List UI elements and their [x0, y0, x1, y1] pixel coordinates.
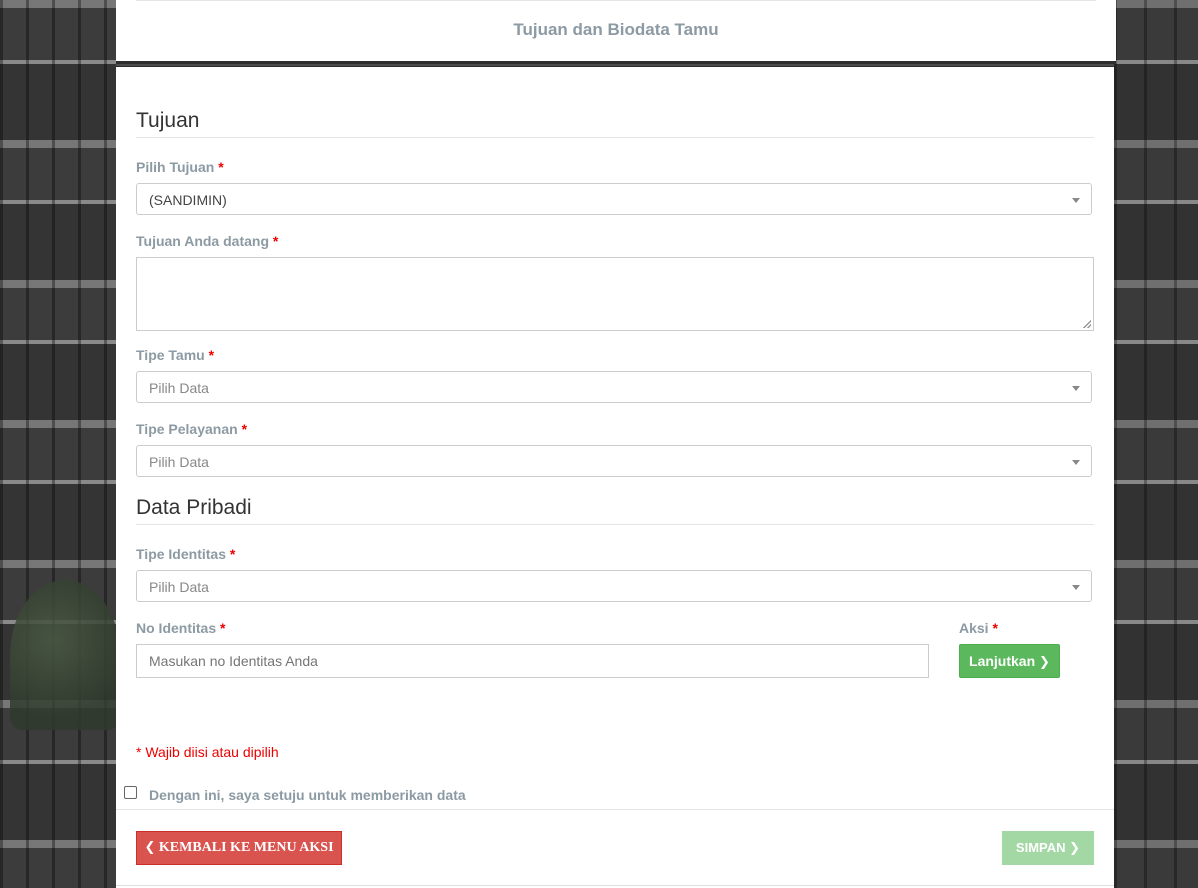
agreement-checkbox[interactable]: [124, 786, 137, 799]
tipe-identitas-label: Tipe Identitas *: [136, 546, 235, 562]
background-building-right: [1114, 0, 1198, 888]
required-mark: *: [218, 159, 224, 175]
tipe-tamu-label: Tipe Tamu *: [136, 347, 214, 363]
caret-down-icon: [1072, 386, 1080, 391]
pilih-tujuan-label: Pilih Tujuan *: [136, 159, 224, 175]
simpan-button-label: SIMPAN: [1015, 840, 1066, 855]
resize-grip-icon[interactable]: [1083, 320, 1091, 328]
pilih-tujuan-select[interactable]: (SANDIMIN): [136, 183, 1092, 215]
divider: [136, 0, 1096, 1]
pilih-tujuan-label-text: Pilih Tujuan: [136, 159, 215, 175]
form-card: Tujuan Pilih Tujuan * (SANDIMIN) Tujuan …: [116, 67, 1114, 888]
required-mark: *: [272, 233, 279, 249]
tujuan-datang-textarea[interactable]: [136, 257, 1094, 331]
tipe-tamu-select[interactable]: Pilih Data: [136, 371, 1092, 403]
no-identitas-input[interactable]: [136, 644, 929, 678]
tipe-pelayanan-select[interactable]: Pilih Data: [136, 445, 1092, 477]
tujuan-datang-label-text: Tujuan Anda datang: [136, 233, 269, 249]
tipe-tamu-value: Pilih Data: [149, 380, 209, 396]
tipe-pelayanan-label: Tipe Pelayanan *: [136, 421, 247, 437]
tipe-pelayanan-label-text: Tipe Pelayanan: [136, 421, 238, 437]
section-title-data-pribadi: Data Pribadi: [136, 496, 1094, 525]
caret-down-icon: [1072, 585, 1080, 590]
required-mark: *: [220, 620, 226, 636]
chevron-right-icon: ❯: [1039, 655, 1050, 670]
caret-down-icon: [1072, 460, 1080, 465]
aksi-label-text: Aksi: [959, 620, 989, 636]
chevron-right-icon: ❯: [1069, 841, 1081, 856]
tipe-identitas-value: Pilih Data: [149, 579, 209, 595]
kembali-button[interactable]: ❮ KEMBALI KE MENU AKSI: [136, 831, 342, 865]
background-building-left: [0, 0, 116, 888]
lanjutkan-button[interactable]: Lanjutkan ❯: [959, 644, 1060, 678]
divider: [116, 885, 1114, 886]
pilih-tujuan-value: (SANDIMIN): [149, 192, 227, 208]
kembali-button-label: KEMBALI KE MENU AKSI: [158, 840, 334, 855]
aksi-label: Aksi *: [959, 620, 998, 636]
chevron-left-icon: ❮: [144, 840, 156, 855]
page-title: Tujuan dan Biodata Tamu: [513, 20, 719, 39]
tujuan-datang-label: Tujuan Anda datang *: [136, 233, 278, 249]
tipe-identitas-label-text: Tipe Identitas: [136, 546, 226, 562]
no-identitas-label: No Identitas *: [136, 620, 225, 636]
caret-down-icon: [1072, 198, 1080, 203]
section-title-tujuan: Tujuan: [136, 109, 1094, 138]
required-note: * Wajib diisi atau dipilih: [136, 744, 279, 760]
divider: [116, 809, 1114, 810]
no-identitas-label-text: No Identitas: [136, 620, 217, 636]
required-mark: *: [241, 421, 248, 437]
lanjutkan-button-label: Lanjutkan: [969, 653, 1036, 669]
required-mark: *: [229, 546, 236, 562]
background-tree: [10, 580, 120, 730]
simpan-button[interactable]: SIMPAN ❯: [1002, 831, 1094, 865]
tipe-identitas-select[interactable]: Pilih Data: [136, 570, 1092, 602]
tipe-tamu-label-text: Tipe Tamu: [136, 347, 205, 363]
tipe-pelayanan-value: Pilih Data: [149, 454, 209, 470]
header-card: Tujuan dan Biodata Tamu: [116, 0, 1116, 64]
required-mark: *: [208, 347, 215, 363]
agreement-label[interactable]: Dengan ini, saya setuju untuk memberikan…: [149, 787, 466, 803]
required-mark: *: [992, 620, 998, 636]
